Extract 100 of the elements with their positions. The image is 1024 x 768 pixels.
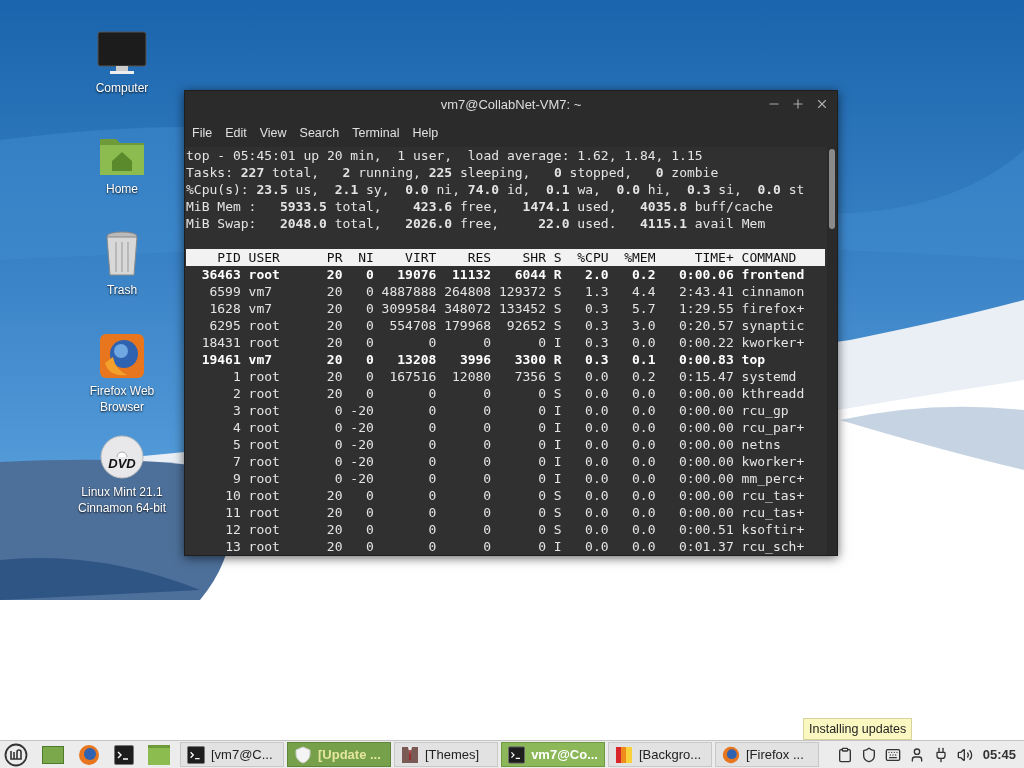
- column-header: COMMAND: [741, 249, 797, 266]
- column-header: S: [552, 249, 562, 266]
- window-button[interactable]: [Backgro...: [608, 742, 712, 767]
- table-cell-text: root: [248, 436, 281, 453]
- table-cell-text: 0.0: [584, 521, 609, 538]
- keyboard-icon[interactable]: [884, 746, 901, 763]
- table-cell-text: -20: [349, 419, 374, 436]
- table-cell-text: root: [248, 470, 281, 487]
- show-desktop-icon[interactable]: [42, 745, 64, 764]
- volume-icon[interactable]: [956, 746, 973, 763]
- table-cell-text: 0: [482, 487, 492, 504]
- close-icon[interactable]: [815, 97, 829, 111]
- firefox-icon[interactable]: [78, 743, 100, 766]
- table-cell: kworker+: [741, 334, 805, 351]
- window-button[interactable]: [Firefox ...: [715, 742, 819, 767]
- table-cell: rcu_par+: [741, 419, 805, 436]
- table-cell-text: 0.0: [631, 487, 656, 504]
- summary-line: Tasks: 227 total, 2 running, 225 sleeping, 0 stopped, 0 zombie: [186, 164, 720, 181]
- summary-line: top - 05:45:01 up 20 min, 1 user, load average: 1.62, 1.84, 1.15: [186, 147, 704, 164]
- table-cell-text: I: [552, 453, 562, 470]
- menu-item[interactable]: View: [254, 123, 292, 143]
- table-cell-text: 20: [325, 334, 343, 351]
- menu-item[interactable]: Help: [407, 123, 444, 143]
- menu-item[interactable]: Search: [294, 123, 345, 143]
- desktop-icon-label[interactable]: Linux Mint 21.1 Cinnamon 64-bit: [72, 484, 172, 516]
- table-cell-text: 0: [333, 436, 343, 453]
- table-cell-text: 0: [364, 266, 374, 283]
- table-cell-text: 0: [333, 470, 343, 487]
- clipboard-icon[interactable]: [836, 746, 853, 763]
- table-cell-text: 0.0: [584, 385, 609, 402]
- table-cell-text: 0:00.00: [678, 419, 734, 436]
- desktop-icon-label[interactable]: Computer: [95, 80, 149, 96]
- table-cell-text: 1.3: [584, 283, 609, 300]
- table-cell-text: 18431: [200, 334, 241, 351]
- table-cell-text: S: [552, 283, 562, 300]
- desktop-icon-label[interactable]: Trash: [106, 282, 138, 298]
- table-cell-text: 0: [427, 436, 437, 453]
- table-cell-text: 0.0: [631, 521, 656, 538]
- table-cell-text: 6295: [208, 317, 241, 334]
- table-cell-text: 0.0: [584, 368, 609, 385]
- table-cell-text: 0.2: [631, 266, 656, 283]
- clock[interactable]: 05:45: [982, 744, 1016, 765]
- table-cell-text: 0: [427, 470, 437, 487]
- table-cell-text: 0: [364, 283, 374, 300]
- table-cell-text: 0:00.00: [678, 436, 734, 453]
- table-cell-text: 2.0: [584, 266, 609, 283]
- folder-icon[interactable]: [148, 744, 170, 765]
- table-cell-text: 0:00.51: [678, 521, 734, 538]
- window-button[interactable]: [vm7@C...: [180, 742, 284, 767]
- menu-item[interactable]: Terminal: [347, 123, 405, 143]
- table-cell-text: 0: [364, 300, 374, 317]
- table-cell-text: 0.0: [631, 334, 656, 351]
- table-cell-text: 0: [427, 385, 437, 402]
- table-cell-text: root: [248, 521, 281, 538]
- table-cell-text: 20: [325, 504, 343, 521]
- table-cell-text: 13208: [396, 351, 437, 368]
- table-cell-text: 0: [364, 538, 374, 555]
- table-cell-text: 0: [482, 538, 492, 555]
- column-header: %MEM: [623, 249, 656, 266]
- table-cell-text: 0: [427, 453, 437, 470]
- table-cell-text: 0.1: [631, 351, 656, 368]
- table-cell-text: 0: [537, 402, 546, 419]
- window-button[interactable]: [Themes]: [394, 742, 498, 767]
- table-cell-text: 133452: [498, 300, 546, 317]
- table-cell-text: 9: [231, 470, 241, 487]
- table-cell-text: 0: [537, 521, 546, 538]
- table-cell: netns: [741, 436, 781, 453]
- table-cell-text: 0.0: [584, 402, 609, 419]
- table-cell-text: 0:01.37: [678, 538, 734, 555]
- shield-icon[interactable]: [860, 746, 877, 763]
- table-cell: rcu_tas+: [741, 487, 805, 504]
- table-cell-text: root: [248, 419, 281, 436]
- table-cell-text: 5.7: [631, 300, 656, 317]
- table-cell-text: 6044: [513, 266, 546, 283]
- table-cell-text: 3300: [513, 351, 546, 368]
- table-cell-text: 0: [364, 385, 374, 402]
- terminal-icon: [187, 745, 205, 764]
- table-cell: ksoftir+: [741, 521, 805, 538]
- menu-item[interactable]: File: [187, 123, 218, 143]
- table-cell-text: 0:00.22: [678, 334, 734, 351]
- table-cell-text: 20: [325, 487, 343, 504]
- table-cell-text: 20: [325, 385, 343, 402]
- table-cell: frontend: [741, 266, 805, 283]
- maximize-icon[interactable]: [791, 97, 805, 111]
- terminal-icon[interactable]: [114, 744, 134, 765]
- menu-logo-icon[interactable]: [4, 742, 28, 767]
- table-cell-text: 4: [231, 419, 241, 436]
- table-cell-text: 0.2: [631, 368, 656, 385]
- table-cell-text: 0: [537, 470, 546, 487]
- table-cell: kthreadd: [741, 385, 805, 402]
- menu-item[interactable]: Edit: [220, 123, 252, 143]
- table-cell-text: 0:00.00: [678, 385, 734, 402]
- table-cell-text: 20: [325, 300, 343, 317]
- table-cell-text: 167516: [388, 368, 437, 385]
- table-cell-text: 0.0: [584, 419, 609, 436]
- table-cell-text: root: [248, 504, 281, 521]
- table-cell-text: root: [248, 334, 281, 351]
- desktop-icon-label[interactable]: Home: [106, 181, 138, 197]
- table-cell-text: 12080: [451, 368, 492, 385]
- table-cell-text: 0: [333, 453, 343, 470]
